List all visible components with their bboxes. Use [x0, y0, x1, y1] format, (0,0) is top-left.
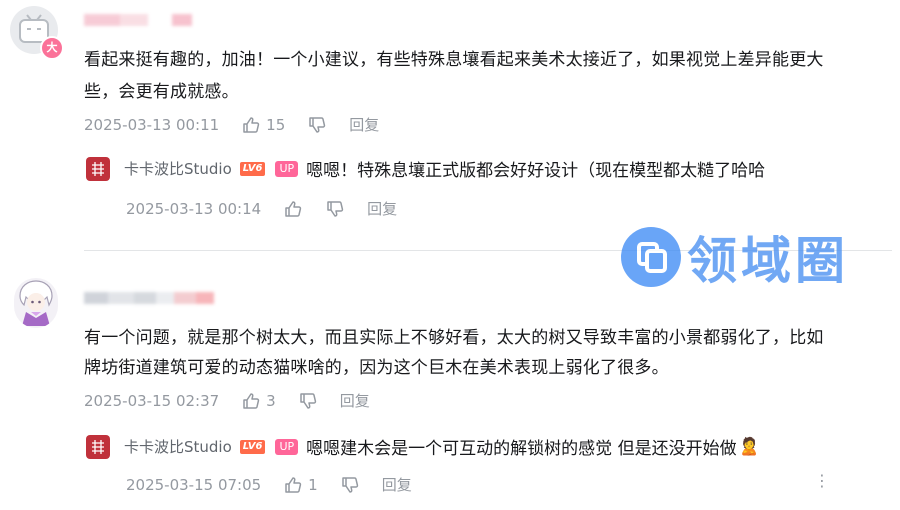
- thumb-up-icon: [285, 476, 302, 493]
- thumb-down-icon: [327, 200, 344, 217]
- username-blurred[interactable]: [84, 14, 192, 26]
- reply-avatar[interactable]: [86, 156, 110, 181]
- reply-row: 卡卡波比Studio LV6 UP 嗯嗯！特殊息壤正式版都会好好设计（现在模型都…: [86, 156, 765, 181]
- thumb-up-icon: [285, 200, 302, 217]
- like-button[interactable]: 3: [241, 391, 276, 411]
- reply-row: 卡卡波比Studio LV6 UP 嗯嗯建木会是一个可互动的解锁树的感觉 但是还…: [86, 434, 760, 459]
- studio-logo-icon: [89, 437, 107, 456]
- reply-text: 嗯嗯建木会是一个可互动的解锁树的感觉 但是还没开始做: [306, 439, 737, 459]
- thumb-down-icon: [309, 116, 326, 133]
- comment-text-line: 有一个问题，就是那个树太大，而且实际上不够好看，太大的树又导致丰富的小景都弱化了…: [84, 328, 824, 348]
- reply-text: 嗯嗯！特殊息壤正式版都会好好设计（现在模型都太糙了哈哈: [306, 161, 766, 181]
- comment-meta: 2025-03-13 00:11 15 回复: [84, 114, 379, 135]
- up-badge: UP: [275, 438, 299, 455]
- comment-text-line: 看起来挺有趣的，加油！一个小建议，有些特殊息壤看起来美术太接近了，如果视觉上差异…: [84, 50, 824, 70]
- like-count: 15: [266, 115, 286, 134]
- comment-text-line: 牌坊街道建筑可爱的动态猫咪啥的，因为这个巨木在美术表现上弱化了很多。: [84, 358, 669, 378]
- reply-button[interactable]: 回复: [367, 198, 397, 219]
- comment-time: 2025-03-15 02:37: [84, 391, 220, 410]
- comment-time: 2025-03-13 00:11: [84, 115, 220, 134]
- thumb-down-icon: [341, 476, 358, 493]
- comment-text-line: 些，会更有成就感。: [84, 82, 239, 102]
- studio-logo-icon: [89, 159, 107, 178]
- user-avatar[interactable]: [14, 278, 58, 328]
- reply-meta: 2025-03-15 07:05 1 回复: [126, 474, 412, 495]
- comment-meta: 2025-03-15 02:37 3 回复: [84, 390, 370, 411]
- reply-author[interactable]: 卡卡波比Studio: [124, 436, 232, 457]
- watermark: 领域圈: [621, 221, 849, 293]
- watermark-logo-icon: [621, 227, 681, 287]
- reply-emoji: 🙎: [738, 436, 760, 457]
- like-button[interactable]: 15: [241, 115, 285, 135]
- up-badge: UP: [275, 160, 299, 177]
- thumb-down-icon: [299, 392, 316, 409]
- username-blurred[interactable]: [84, 292, 214, 304]
- thumb-up-icon: [243, 392, 260, 409]
- level-badge: LV6: [239, 439, 266, 454]
- like-button[interactable]: [283, 199, 303, 219]
- dislike-button[interactable]: [340, 475, 360, 495]
- reply-time: 2025-03-15 07:05: [126, 475, 262, 494]
- level-badge: LV6: [239, 161, 266, 176]
- reply-meta: 2025-03-13 00:14 回复: [126, 198, 397, 219]
- reply-avatar[interactable]: [86, 434, 110, 459]
- reply-button[interactable]: 回复: [340, 390, 370, 411]
- reply-author[interactable]: 卡卡波比Studio: [124, 158, 232, 179]
- more-vertical-icon[interactable]: ⋮: [814, 473, 830, 489]
- vip-badge: 大: [40, 36, 64, 60]
- thumb-up-icon: [243, 116, 260, 133]
- like-button[interactable]: 1: [283, 475, 318, 495]
- watermark-text: 领域圈: [687, 232, 849, 290]
- reply-time: 2025-03-13 00:14: [126, 199, 262, 218]
- dislike-button[interactable]: [307, 115, 327, 135]
- reply-button[interactable]: 回复: [349, 114, 379, 135]
- like-count: 1: [308, 475, 318, 494]
- dislike-button[interactable]: [325, 199, 345, 219]
- reply-button[interactable]: 回复: [382, 474, 412, 495]
- dislike-button[interactable]: [298, 391, 318, 411]
- like-count: 3: [266, 391, 276, 410]
- anime-avatar-icon: [19, 280, 53, 326]
